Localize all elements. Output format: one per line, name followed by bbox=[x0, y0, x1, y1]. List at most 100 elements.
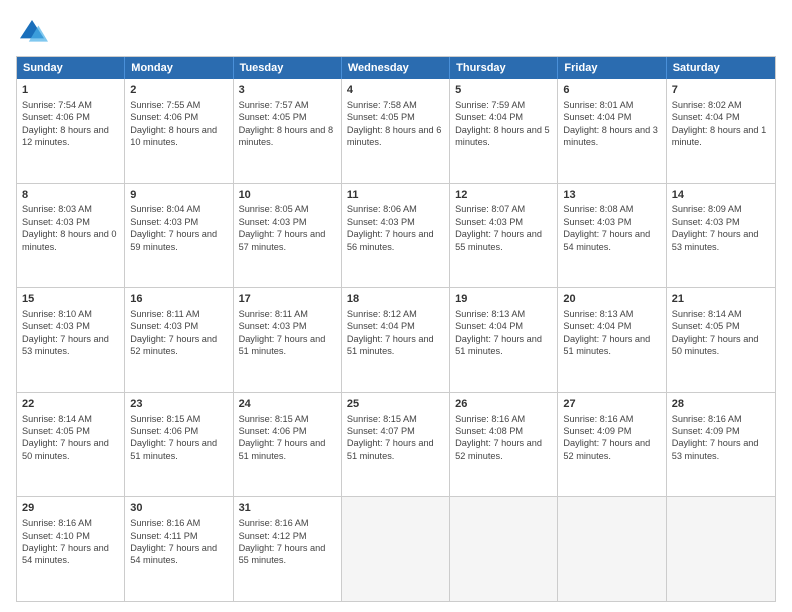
day-cell-18: 18Sunrise: 8:12 AMSunset: 4:04 PMDayligh… bbox=[342, 288, 450, 392]
day-cell-26: 26 Sunrise: 8:16 AMSunset: 4:08 PMDayligh… bbox=[450, 393, 558, 497]
header-day-friday: Friday bbox=[558, 57, 666, 79]
empty-cell bbox=[450, 497, 558, 601]
day-info: Sunrise: 8:13 AMSunset: 4:04 PMDaylight:… bbox=[563, 309, 650, 356]
day-number: 31 bbox=[239, 501, 336, 516]
header-day-saturday: Saturday bbox=[667, 57, 775, 79]
day-number: 14 bbox=[672, 188, 770, 203]
day-cell-17: 17Sunrise: 8:11 AMSunset: 4:03 PMDayligh… bbox=[234, 288, 342, 392]
day-cell-27: 27 Sunrise: 8:16 AMSunset: 4:09 PMDayligh… bbox=[558, 393, 666, 497]
calendar-row-2: 8Sunrise: 8:03 AMSunset: 4:03 PMDaylight… bbox=[17, 183, 775, 288]
logo bbox=[16, 16, 52, 48]
day-info: Sunrise: 8:05 AMSunset: 4:03 PMDaylight:… bbox=[239, 204, 326, 251]
calendar-row-4: 22Sunrise: 8:14 AMSunset: 4:05 PMDayligh… bbox=[17, 392, 775, 497]
day-info: Sunrise: 8:06 AMSunset: 4:03 PMDaylight:… bbox=[347, 204, 434, 251]
day-cell-12: 12Sunrise: 8:07 AMSunset: 4:03 PMDayligh… bbox=[450, 184, 558, 288]
day-number: 1 bbox=[22, 83, 119, 98]
day-cell-5: 5 Sunrise: 7:59 AMSunset: 4:04 PMDaylight… bbox=[450, 79, 558, 183]
calendar-body: 1 Sunrise: 7:54 AMSunset: 4:06 PMDaylight… bbox=[17, 79, 775, 601]
day-number: 30 bbox=[130, 501, 227, 516]
day-number: 13 bbox=[563, 188, 660, 203]
empty-cell bbox=[342, 497, 450, 601]
day-info: Sunrise: 8:16 AMSunset: 4:10 PMDaylight:… bbox=[22, 518, 109, 565]
day-info: Sunrise: 8:15 AMSunset: 4:06 PMDaylight:… bbox=[239, 414, 326, 461]
day-info: Sunrise: 7:58 AMSunset: 4:05 PMDaylight:… bbox=[347, 100, 442, 147]
day-number: 29 bbox=[22, 501, 119, 516]
day-cell-30: 30 Sunrise: 8:16 AMSunset: 4:11 PMDayligh… bbox=[125, 497, 233, 601]
calendar: SundayMondayTuesdayWednesdayThursdayFrid… bbox=[16, 56, 776, 602]
day-number: 8 bbox=[22, 188, 119, 203]
day-info: Sunrise: 8:09 AMSunset: 4:03 PMDaylight:… bbox=[672, 204, 759, 251]
day-cell-9: 9Sunrise: 8:04 AMSunset: 4:03 PMDaylight… bbox=[125, 184, 233, 288]
day-info: Sunrise: 7:57 AMSunset: 4:05 PMDaylight:… bbox=[239, 100, 334, 147]
day-cell-28: 28 Sunrise: 8:16 AMSunset: 4:09 PMDayligh… bbox=[667, 393, 775, 497]
day-info: Sunrise: 7:59 AMSunset: 4:04 PMDaylight:… bbox=[455, 100, 550, 147]
day-number: 19 bbox=[455, 292, 552, 307]
day-cell-13: 13Sunrise: 8:08 AMSunset: 4:03 PMDayligh… bbox=[558, 184, 666, 288]
day-number: 5 bbox=[455, 83, 552, 98]
day-cell-20: 20 Sunrise: 8:13 AMSunset: 4:04 PMDayligh… bbox=[558, 288, 666, 392]
day-info: Sunrise: 8:15 AMSunset: 4:07 PMDaylight:… bbox=[347, 414, 434, 461]
day-number: 12 bbox=[455, 188, 552, 203]
day-cell-1: 1 Sunrise: 7:54 AMSunset: 4:06 PMDaylight… bbox=[17, 79, 125, 183]
day-info: Sunrise: 7:54 AMSunset: 4:06 PMDaylight:… bbox=[22, 100, 109, 147]
day-info: Sunrise: 8:16 AMSunset: 4:08 PMDaylight:… bbox=[455, 414, 542, 461]
day-number: 2 bbox=[130, 83, 227, 98]
day-number: 3 bbox=[239, 83, 336, 98]
day-cell-8: 8Sunrise: 8:03 AMSunset: 4:03 PMDaylight… bbox=[17, 184, 125, 288]
day-cell-7: 7 Sunrise: 8:02 AMSunset: 4:04 PMDaylight… bbox=[667, 79, 775, 183]
day-cell-29: 29 Sunrise: 8:16 AMSunset: 4:10 PMDayligh… bbox=[17, 497, 125, 601]
calendar-header: SundayMondayTuesdayWednesdayThursdayFrid… bbox=[17, 57, 775, 79]
day-cell-24: 24 Sunrise: 8:15 AMSunset: 4:06 PMDayligh… bbox=[234, 393, 342, 497]
day-number: 23 bbox=[130, 397, 227, 412]
calendar-row-5: 29 Sunrise: 8:16 AMSunset: 4:10 PMDayligh… bbox=[17, 496, 775, 601]
day-info: Sunrise: 8:13 AMSunset: 4:04 PMDaylight:… bbox=[455, 309, 542, 356]
day-number: 21 bbox=[672, 292, 770, 307]
day-info: Sunrise: 8:11 AMSunset: 4:03 PMDaylight:… bbox=[130, 309, 217, 356]
header-day-monday: Monday bbox=[125, 57, 233, 79]
day-info: Sunrise: 8:10 AMSunset: 4:03 PMDaylight:… bbox=[22, 309, 109, 356]
day-number: 9 bbox=[130, 188, 227, 203]
day-number: 20 bbox=[563, 292, 660, 307]
header-day-sunday: Sunday bbox=[17, 57, 125, 79]
day-number: 11 bbox=[347, 188, 444, 203]
day-cell-22: 22Sunrise: 8:14 AMSunset: 4:05 PMDayligh… bbox=[17, 393, 125, 497]
day-info: Sunrise: 8:16 AMSunset: 4:09 PMDaylight:… bbox=[672, 414, 759, 461]
day-info: Sunrise: 8:11 AMSunset: 4:03 PMDaylight:… bbox=[239, 309, 326, 356]
day-info: Sunrise: 8:08 AMSunset: 4:03 PMDaylight:… bbox=[563, 204, 650, 251]
day-number: 26 bbox=[455, 397, 552, 412]
day-info: Sunrise: 8:02 AMSunset: 4:04 PMDaylight:… bbox=[672, 100, 767, 147]
day-number: 4 bbox=[347, 83, 444, 98]
day-cell-6: 6 Sunrise: 8:01 AMSunset: 4:04 PMDaylight… bbox=[558, 79, 666, 183]
day-number: 6 bbox=[563, 83, 660, 98]
day-cell-25: 25Sunrise: 8:15 AMSunset: 4:07 PMDayligh… bbox=[342, 393, 450, 497]
day-info: Sunrise: 8:04 AMSunset: 4:03 PMDaylight:… bbox=[130, 204, 217, 251]
day-info: Sunrise: 8:14 AMSunset: 4:05 PMDaylight:… bbox=[672, 309, 759, 356]
day-number: 16 bbox=[130, 292, 227, 307]
day-cell-10: 10Sunrise: 8:05 AMSunset: 4:03 PMDayligh… bbox=[234, 184, 342, 288]
day-info: Sunrise: 8:07 AMSunset: 4:03 PMDaylight:… bbox=[455, 204, 542, 251]
day-cell-21: 21 Sunrise: 8:14 AMSunset: 4:05 PMDayligh… bbox=[667, 288, 775, 392]
header-day-thursday: Thursday bbox=[450, 57, 558, 79]
day-info: Sunrise: 8:03 AMSunset: 4:03 PMDaylight:… bbox=[22, 204, 117, 251]
day-number: 27 bbox=[563, 397, 660, 412]
day-cell-14: 14Sunrise: 8:09 AMSunset: 4:03 PMDayligh… bbox=[667, 184, 775, 288]
day-info: Sunrise: 8:01 AMSunset: 4:04 PMDaylight:… bbox=[563, 100, 658, 147]
day-cell-3: 3 Sunrise: 7:57 AMSunset: 4:05 PMDaylight… bbox=[234, 79, 342, 183]
day-number: 24 bbox=[239, 397, 336, 412]
calendar-row-3: 15 Sunrise: 8:10 AMSunset: 4:03 PMDayligh… bbox=[17, 287, 775, 392]
day-info: Sunrise: 7:55 AMSunset: 4:06 PMDaylight:… bbox=[130, 100, 217, 147]
day-cell-19: 19 Sunrise: 8:13 AMSunset: 4:04 PMDayligh… bbox=[450, 288, 558, 392]
empty-cell bbox=[667, 497, 775, 601]
day-info: Sunrise: 8:16 AMSunset: 4:09 PMDaylight:… bbox=[563, 414, 650, 461]
day-number: 15 bbox=[22, 292, 119, 307]
day-info: Sunrise: 8:16 AMSunset: 4:12 PMDaylight:… bbox=[239, 518, 326, 565]
calendar-row-1: 1 Sunrise: 7:54 AMSunset: 4:06 PMDaylight… bbox=[17, 79, 775, 183]
day-number: 7 bbox=[672, 83, 770, 98]
day-info: Sunrise: 8:16 AMSunset: 4:11 PMDaylight:… bbox=[130, 518, 217, 565]
day-cell-31: 31 Sunrise: 8:16 AMSunset: 4:12 PMDayligh… bbox=[234, 497, 342, 601]
day-cell-11: 11Sunrise: 8:06 AMSunset: 4:03 PMDayligh… bbox=[342, 184, 450, 288]
day-number: 18 bbox=[347, 292, 444, 307]
day-number: 28 bbox=[672, 397, 770, 412]
day-info: Sunrise: 8:15 AMSunset: 4:06 PMDaylight:… bbox=[130, 414, 217, 461]
header bbox=[16, 16, 776, 48]
